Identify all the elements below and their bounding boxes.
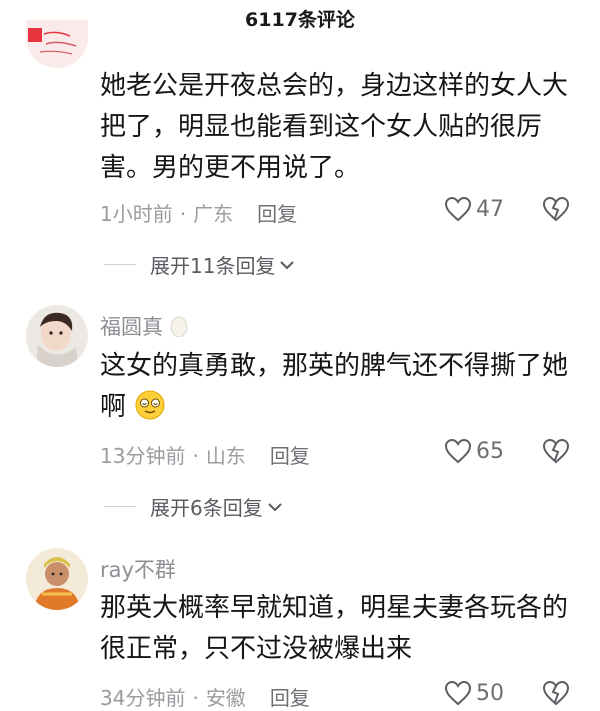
meta-separator: · (179, 202, 187, 226)
comment-username[interactable]: ray不群 (100, 554, 176, 584)
like-button[interactable]: 50 (444, 680, 504, 706)
like-button[interactable]: 47 (444, 196, 504, 222)
comment-location: 安徽 (205, 686, 246, 710)
expand-replies-button[interactable]: 展开11条回复 (104, 250, 295, 279)
comment-time: 34分钟前 (100, 686, 186, 710)
heart-outline-icon (444, 680, 472, 706)
avatar-image (26, 20, 88, 68)
like-count: 47 (476, 196, 504, 222)
divider-line (104, 506, 136, 507)
expand-replies-label: 展开11条回复 (150, 254, 276, 278)
reply-button[interactable]: 回复 (257, 202, 297, 226)
comment-time: 13分钟前 (100, 444, 186, 468)
dislike-heart-icon (542, 680, 570, 706)
comment-meta: 13分钟前 · 山东 回复 (100, 440, 310, 469)
like-count: 65 (476, 438, 504, 464)
comment-location: 广东 (193, 202, 234, 226)
expand-replies-button[interactable]: 展开6条回复 (104, 492, 283, 521)
dislike-button[interactable] (542, 438, 570, 468)
chevron-down-icon (268, 502, 282, 511)
meta-separator: · (192, 686, 199, 710)
comment-location: 山东 (205, 444, 246, 468)
comment-text-content: 这女的真勇敢，那英的脾气还不得撕了她啊 (100, 351, 569, 422)
username-text: 福圆真 (100, 315, 163, 339)
comment-text: 这女的真勇敢，那英的脾气还不得撕了她啊 (100, 346, 570, 428)
dizzy-face-emoji-icon (135, 390, 165, 420)
comment-text: 那英大概率早就知道，明星夫妻各玩各的很正常，只不过没被爆出来 (100, 593, 569, 664)
comment-meta: 1小时前 · 广东 回复 (100, 198, 297, 227)
comment-username[interactable]: 福圆真 (100, 311, 188, 341)
avatar-image (26, 305, 88, 367)
dislike-heart-icon (542, 438, 570, 464)
like-button[interactable]: 65 (444, 438, 504, 464)
comments-header: 6117条评论 (245, 9, 355, 31)
heart-outline-icon (444, 438, 472, 464)
heart-outline-icon (444, 196, 472, 222)
dislike-button[interactable] (542, 196, 570, 226)
chevron-down-icon (280, 260, 295, 269)
avatar[interactable] (26, 548, 88, 610)
meta-separator: · (192, 444, 199, 468)
divider-line (104, 264, 136, 265)
avatar[interactable] (26, 305, 88, 367)
dislike-heart-icon (542, 196, 570, 222)
expand-replies-label: 展开6条回复 (150, 496, 263, 520)
like-count: 50 (476, 680, 504, 706)
reply-button[interactable]: 回复 (270, 444, 310, 468)
egg-emoji-icon (170, 316, 188, 338)
reply-button[interactable]: 回复 (270, 686, 310, 710)
comment-text: 她老公是开夜总会的，身边这样的女人大把了，明显也能看到这个女人贴的很厉害。男的更… (100, 71, 569, 183)
avatar[interactable] (26, 20, 88, 68)
comment-time: 1小时前 (100, 202, 173, 226)
avatar-image (26, 548, 88, 610)
dislike-button[interactable] (542, 680, 570, 710)
